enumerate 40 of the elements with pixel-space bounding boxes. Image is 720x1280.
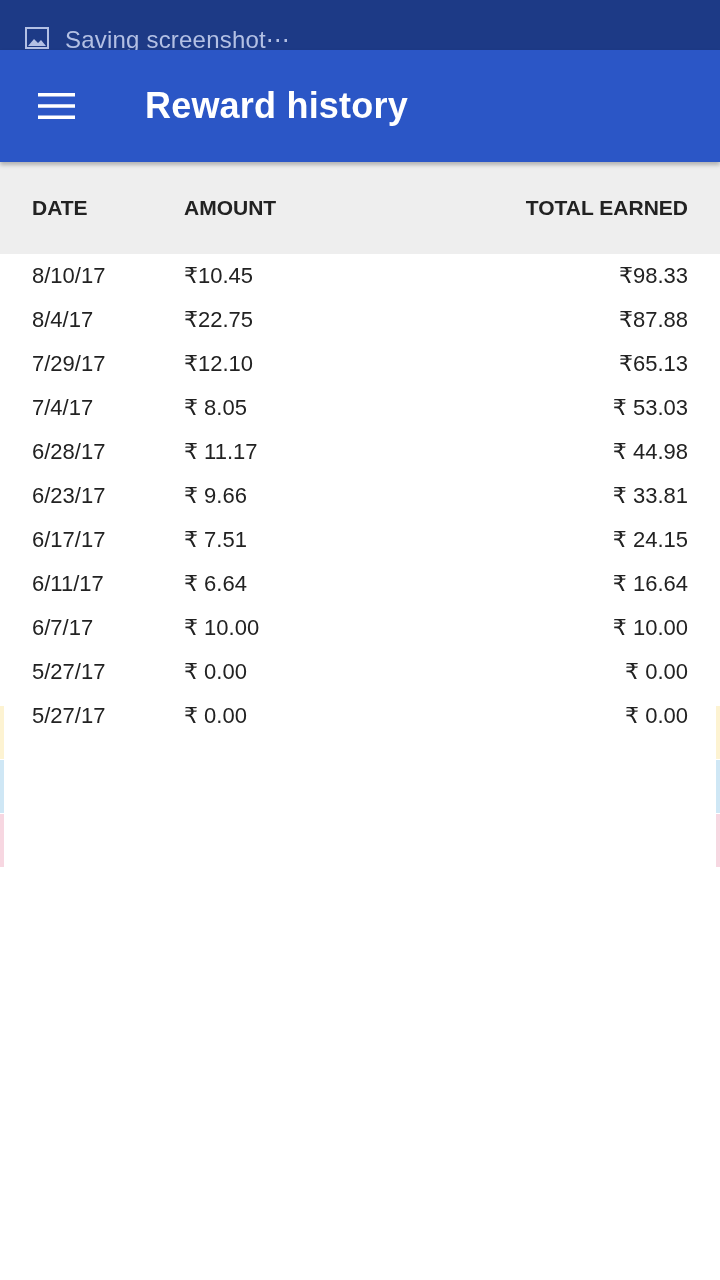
table-cell: ₹98.33 [618,263,688,289]
table-cell: ₹ 0.00 [625,703,688,729]
table-cell: ₹ 10.00 [612,615,688,641]
column-header: AMOUNT [184,196,278,220]
menu-icon[interactable] [38,93,75,119]
table-cell-text: ₹12.10 [184,351,255,377]
table-cell: ₹87.88 [618,307,688,333]
table-cell-text: 6/28/17 [32,439,107,465]
table-cell-text: 8/10/17 [32,263,107,289]
table-cell-text: 8/4/17 [32,307,95,333]
table-cell-text: ₹ 0.00 [184,659,248,685]
table-cell-text: ₹ 10.00 [184,615,261,641]
image-icon [25,27,49,49]
table-cell: ₹ 16.64 [612,571,688,597]
column-header: DATE [32,196,89,220]
table-cell-text: 5/27/17 [32,659,107,685]
table-cell-text: 7/29/17 [32,351,107,377]
table-cell-text: 6/7/17 [32,615,95,641]
table-cell-text: ₹ 7.51 [184,527,248,553]
column-header: TOTAL EARNED [525,196,688,220]
table-cell-text: ₹ 9.66 [184,483,248,509]
table-cell-text: 6/23/17 [32,483,107,509]
table-cell-text: 6/17/17 [32,527,107,553]
table-cell-text: 5/27/17 [32,703,107,729]
table-cell: ₹ 53.03 [612,395,688,421]
table-cell-text: 7/4/17 [32,395,95,421]
table-cell: ₹ 0.00 [625,659,688,685]
table-cell: ₹65.13 [618,351,688,377]
table-cell-text: ₹ 0.00 [184,703,248,729]
table-cell: ₹ 24.15 [612,527,688,553]
table-cell-text: ₹10.45 [184,263,255,289]
table-cell-text: 6/11/17 [32,571,105,597]
page-title: Reward history [145,86,408,126]
table-cell: ₹ 33.81 [612,483,688,509]
table-cell-text: ₹22.75 [184,307,255,333]
table-cell-text: ₹ 8.05 [184,395,248,421]
table-cell-text: ₹ 6.64 [184,571,248,597]
table-cell: ₹ 44.98 [612,439,688,465]
notification-text: Saving screenshot⋯ [65,25,291,52]
table-cell-text: ₹ 11.17 [184,439,259,465]
